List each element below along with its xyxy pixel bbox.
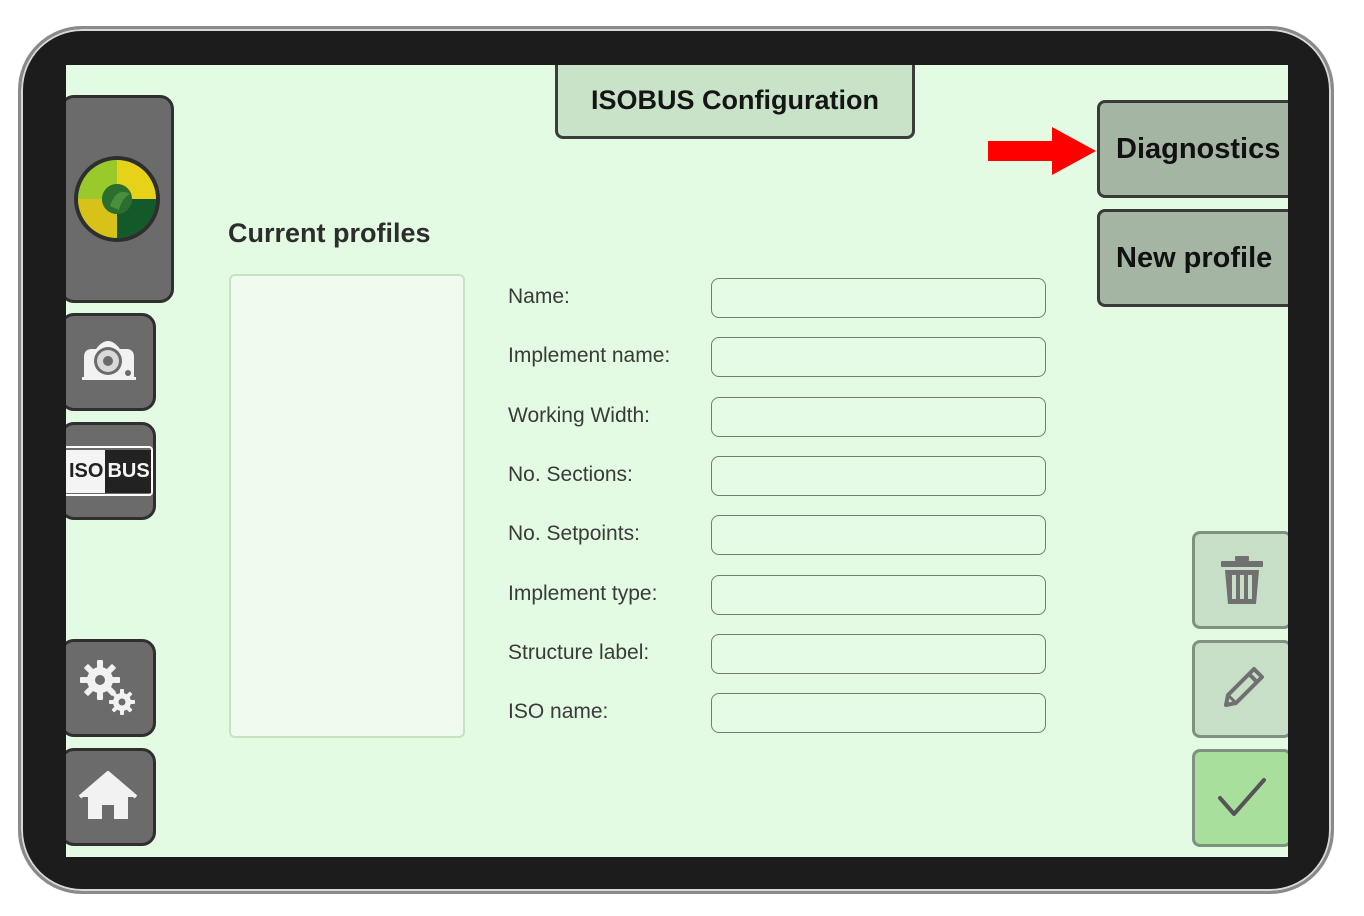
home-button[interactable] bbox=[66, 748, 156, 846]
isobus-logo-iso: ISO bbox=[66, 449, 106, 493]
form-row-iso-name: ISO name: bbox=[508, 693, 1048, 733]
implement-type-field[interactable] bbox=[711, 575, 1046, 615]
form-row-working-width: Working Width: bbox=[508, 397, 1048, 437]
delete-button[interactable] bbox=[1192, 531, 1288, 629]
trash-icon bbox=[1221, 556, 1263, 604]
working-width-field[interactable] bbox=[711, 397, 1046, 437]
iso-name-label: ISO name: bbox=[508, 700, 609, 723]
implement-type-label: Implement type: bbox=[508, 582, 658, 605]
implement-name-field[interactable] bbox=[711, 337, 1046, 377]
settings-gears-icon bbox=[80, 660, 135, 715]
form-row-implement-type: Implement type: bbox=[508, 575, 1048, 615]
arrow-right-icon bbox=[988, 127, 1096, 175]
settings-button[interactable] bbox=[66, 639, 156, 737]
confirm-button[interactable] bbox=[1192, 749, 1288, 847]
profiles-list[interactable] bbox=[229, 274, 465, 738]
app-screen: ISO BUS ISOBUS Configuration Diagnostics… bbox=[66, 65, 1288, 857]
isobus-button[interactable]: ISO BUS bbox=[66, 422, 156, 520]
structure-label-field[interactable] bbox=[711, 634, 1046, 674]
structure-label-label: Structure label: bbox=[508, 641, 650, 664]
form-row-structure-label: Structure label: bbox=[508, 634, 1048, 674]
camera-icon bbox=[82, 341, 136, 380]
edit-button[interactable] bbox=[1192, 640, 1288, 738]
profiles-title: Current profiles bbox=[228, 218, 431, 248]
new-profile-button[interactable]: New profile bbox=[1097, 209, 1288, 307]
home-icon bbox=[78, 771, 138, 819]
camera-button[interactable] bbox=[66, 313, 156, 411]
working-width-label: Working Width: bbox=[508, 404, 650, 427]
isobus-logo-bus: BUS bbox=[105, 449, 151, 493]
form-row-setpoints: No. Setpoints: bbox=[508, 515, 1048, 555]
sections-label: No. Sections: bbox=[508, 463, 633, 486]
app-logo-icon bbox=[74, 156, 160, 242]
page-title: ISOBUS Configuration bbox=[555, 65, 915, 139]
diagnostics-button[interactable]: Diagnostics bbox=[1097, 100, 1288, 198]
form-row-sections: No. Sections: bbox=[508, 456, 1048, 496]
pencil-icon bbox=[1224, 667, 1264, 707]
form-row-name: Name: bbox=[508, 278, 1048, 318]
setpoints-label: No. Setpoints: bbox=[508, 522, 640, 545]
iso-name-field[interactable] bbox=[711, 693, 1046, 733]
sections-field[interactable] bbox=[711, 456, 1046, 496]
checkmark-icon bbox=[1218, 778, 1266, 816]
isobus-icon: ISO BUS bbox=[66, 446, 153, 496]
implement-name-label: Implement name: bbox=[508, 344, 671, 367]
form-row-implement-name: Implement name: bbox=[508, 337, 1048, 377]
name-label: Name: bbox=[508, 285, 570, 308]
setpoints-field[interactable] bbox=[711, 515, 1046, 555]
name-field[interactable] bbox=[711, 278, 1046, 318]
app-logo-button[interactable] bbox=[66, 95, 174, 303]
